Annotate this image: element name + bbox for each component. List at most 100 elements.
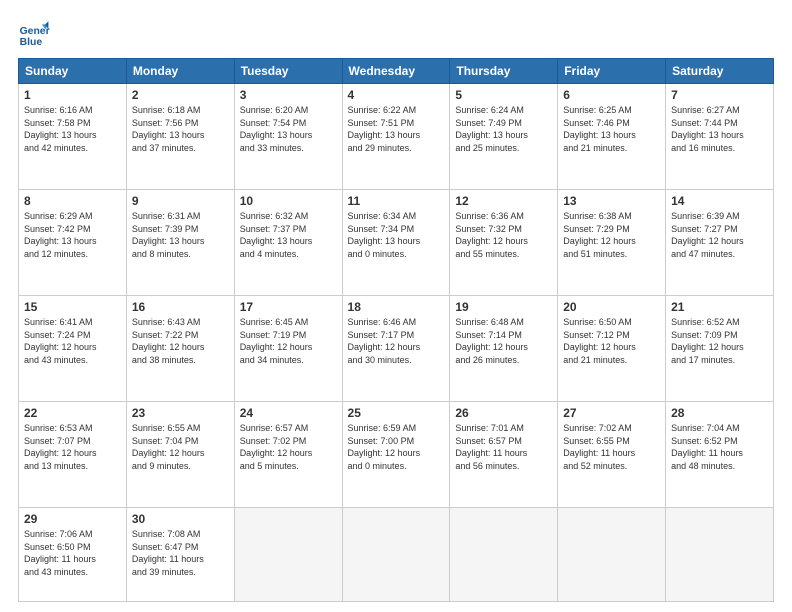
day-info: Sunrise: 6:20 AM Sunset: 7:54 PM Dayligh… bbox=[240, 104, 337, 154]
day-cell: 6Sunrise: 6:25 AM Sunset: 7:46 PM Daylig… bbox=[558, 84, 666, 190]
day-info: Sunrise: 7:08 AM Sunset: 6:47 PM Dayligh… bbox=[132, 528, 229, 578]
logo: General Blue bbox=[18, 18, 50, 50]
day-info: Sunrise: 6:25 AM Sunset: 7:46 PM Dayligh… bbox=[563, 104, 660, 154]
day-cell: 23 Sunrise: 6:55 AM Sunset: 7:04 PM Dayli… bbox=[126, 402, 234, 508]
day-number: 4 bbox=[348, 88, 445, 102]
day-info: Sunrise: 6:34 AM Sunset: 7:34 PM Dayligh… bbox=[348, 210, 445, 260]
empty-cell bbox=[666, 508, 774, 602]
day-number: 28 bbox=[671, 406, 768, 420]
day-number: 27 bbox=[563, 406, 660, 420]
day-cell: 12 Sunrise: 6:36 AM Sunset: 7:32 PM Dayli… bbox=[450, 190, 558, 296]
day-number: 18 bbox=[348, 300, 445, 314]
day-number: 2 bbox=[132, 88, 229, 102]
day-cell: 22 Sunrise: 6:53 AM Sunset: 7:07 PM Dayli… bbox=[19, 402, 127, 508]
day-info: Sunrise: 6:18 AM Sunset: 7:56 PM Dayligh… bbox=[132, 104, 229, 154]
day-info: Sunrise: 6:55 AM Sunset: 7:04 PM Dayligh… bbox=[132, 422, 229, 472]
day-info: Sunrise: 6:31 AM Sunset: 7:39 PM Dayligh… bbox=[132, 210, 229, 260]
day-cell: 28Sunrise: 7:04 AM Sunset: 6:52 PM Dayli… bbox=[666, 402, 774, 508]
day-number: 19 bbox=[455, 300, 552, 314]
day-info: Sunrise: 6:32 AM Sunset: 7:37 PM Dayligh… bbox=[240, 210, 337, 260]
day-number: 14 bbox=[671, 194, 768, 208]
logo-icon: General Blue bbox=[18, 18, 50, 50]
day-info: Sunrise: 6:22 AM Sunset: 7:51 PM Dayligh… bbox=[348, 104, 445, 154]
day-number: 15 bbox=[24, 300, 121, 314]
day-info: Sunrise: 7:02 AM Sunset: 6:55 PM Dayligh… bbox=[563, 422, 660, 472]
day-cell: 25Sunrise: 6:59 AM Sunset: 7:00 PM Dayli… bbox=[342, 402, 450, 508]
day-number: 29 bbox=[24, 512, 121, 526]
day-info: Sunrise: 6:43 AM Sunset: 7:22 PM Dayligh… bbox=[132, 316, 229, 366]
day-number: 8 bbox=[24, 194, 121, 208]
calendar-week-row: 15 Sunrise: 6:41 AM Sunset: 7:24 PM Dayli… bbox=[19, 296, 774, 402]
day-cell: 20 Sunrise: 6:50 AM Sunset: 7:12 PM Dayli… bbox=[558, 296, 666, 402]
day-cell: 3 Sunrise: 6:20 AM Sunset: 7:54 PM Daylig… bbox=[234, 84, 342, 190]
day-cell: 5 Sunrise: 6:24 AM Sunset: 7:49 PM Daylig… bbox=[450, 84, 558, 190]
header-friday: Friday bbox=[558, 59, 666, 84]
day-info: Sunrise: 6:41 AM Sunset: 7:24 PM Dayligh… bbox=[24, 316, 121, 366]
day-cell: 19 Sunrise: 6:48 AM Sunset: 7:14 PM Dayli… bbox=[450, 296, 558, 402]
day-number: 9 bbox=[132, 194, 229, 208]
day-info: Sunrise: 6:46 AM Sunset: 7:17 PM Dayligh… bbox=[348, 316, 445, 366]
day-cell: 2 Sunrise: 6:18 AM Sunset: 7:56 PM Daylig… bbox=[126, 84, 234, 190]
header-wednesday: Wednesday bbox=[342, 59, 450, 84]
day-number: 7 bbox=[671, 88, 768, 102]
calendar-table: Sunday Monday Tuesday Wednesday Thursday… bbox=[18, 58, 774, 602]
empty-cell bbox=[234, 508, 342, 602]
day-number: 17 bbox=[240, 300, 337, 314]
day-cell: 1 Sunrise: 6:16 AM Sunset: 7:58 PM Daylig… bbox=[19, 84, 127, 190]
calendar-week-row: 22 Sunrise: 6:53 AM Sunset: 7:07 PM Dayli… bbox=[19, 402, 774, 508]
day-info: Sunrise: 6:27 AM Sunset: 7:44 PM Dayligh… bbox=[671, 104, 768, 154]
day-number: 20 bbox=[563, 300, 660, 314]
day-cell: 29 Sunrise: 7:06 AM Sunset: 6:50 PM Dayli… bbox=[19, 508, 127, 602]
day-cell: 17 Sunrise: 6:45 AM Sunset: 7:19 PM Dayli… bbox=[234, 296, 342, 402]
day-number: 24 bbox=[240, 406, 337, 420]
day-number: 3 bbox=[240, 88, 337, 102]
day-number: 22 bbox=[24, 406, 121, 420]
empty-cell bbox=[558, 508, 666, 602]
day-number: 11 bbox=[348, 194, 445, 208]
day-cell: 14 Sunrise: 6:39 AM Sunset: 7:27 PM Dayli… bbox=[666, 190, 774, 296]
weekday-header-row: Sunday Monday Tuesday Wednesday Thursday… bbox=[19, 59, 774, 84]
day-number: 16 bbox=[132, 300, 229, 314]
day-info: Sunrise: 6:39 AM Sunset: 7:27 PM Dayligh… bbox=[671, 210, 768, 260]
day-info: Sunrise: 7:01 AM Sunset: 6:57 PM Dayligh… bbox=[455, 422, 552, 472]
svg-text:Blue: Blue bbox=[20, 37, 43, 48]
day-info: Sunrise: 6:48 AM Sunset: 7:14 PM Dayligh… bbox=[455, 316, 552, 366]
empty-cell bbox=[450, 508, 558, 602]
header-monday: Monday bbox=[126, 59, 234, 84]
day-info: Sunrise: 6:24 AM Sunset: 7:49 PM Dayligh… bbox=[455, 104, 552, 154]
day-info: Sunrise: 7:06 AM Sunset: 6:50 PM Dayligh… bbox=[24, 528, 121, 578]
day-number: 10 bbox=[240, 194, 337, 208]
page: General Blue Sunday Monday Tuesday Wedne… bbox=[0, 0, 792, 612]
header-sunday: Sunday bbox=[19, 59, 127, 84]
empty-cell bbox=[342, 508, 450, 602]
day-info: Sunrise: 6:53 AM Sunset: 7:07 PM Dayligh… bbox=[24, 422, 121, 472]
day-cell: 21 Sunrise: 6:52 AM Sunset: 7:09 PM Dayli… bbox=[666, 296, 774, 402]
day-cell: 11 Sunrise: 6:34 AM Sunset: 7:34 PM Dayli… bbox=[342, 190, 450, 296]
day-cell: 27 Sunrise: 7:02 AM Sunset: 6:55 PM Dayli… bbox=[558, 402, 666, 508]
day-info: Sunrise: 6:36 AM Sunset: 7:32 PM Dayligh… bbox=[455, 210, 552, 260]
day-cell: 30Sunrise: 7:08 AM Sunset: 6:47 PM Dayli… bbox=[126, 508, 234, 602]
header: General Blue bbox=[18, 18, 774, 50]
day-info: Sunrise: 6:57 AM Sunset: 7:02 PM Dayligh… bbox=[240, 422, 337, 472]
day-number: 23 bbox=[132, 406, 229, 420]
header-thursday: Thursday bbox=[450, 59, 558, 84]
day-number: 13 bbox=[563, 194, 660, 208]
day-cell: 13 Sunrise: 6:38 AM Sunset: 7:29 PM Dayli… bbox=[558, 190, 666, 296]
day-info: Sunrise: 6:45 AM Sunset: 7:19 PM Dayligh… bbox=[240, 316, 337, 366]
day-cell: 10 Sunrise: 6:32 AM Sunset: 7:37 PM Dayli… bbox=[234, 190, 342, 296]
day-info: Sunrise: 6:50 AM Sunset: 7:12 PM Dayligh… bbox=[563, 316, 660, 366]
day-cell: 16 Sunrise: 6:43 AM Sunset: 7:22 PM Dayli… bbox=[126, 296, 234, 402]
day-info: Sunrise: 6:16 AM Sunset: 7:58 PM Dayligh… bbox=[24, 104, 121, 154]
day-cell: 26Sunrise: 7:01 AM Sunset: 6:57 PM Dayli… bbox=[450, 402, 558, 508]
day-number: 5 bbox=[455, 88, 552, 102]
header-tuesday: Tuesday bbox=[234, 59, 342, 84]
day-info: Sunrise: 6:38 AM Sunset: 7:29 PM Dayligh… bbox=[563, 210, 660, 260]
day-number: 12 bbox=[455, 194, 552, 208]
day-cell: 18 Sunrise: 6:46 AM Sunset: 7:17 PM Dayli… bbox=[342, 296, 450, 402]
day-info: Sunrise: 6:52 AM Sunset: 7:09 PM Dayligh… bbox=[671, 316, 768, 366]
day-cell: 15 Sunrise: 6:41 AM Sunset: 7:24 PM Dayli… bbox=[19, 296, 127, 402]
day-number: 1 bbox=[24, 88, 121, 102]
day-number: 21 bbox=[671, 300, 768, 314]
day-info: Sunrise: 6:59 AM Sunset: 7:00 PM Dayligh… bbox=[348, 422, 445, 472]
header-saturday: Saturday bbox=[666, 59, 774, 84]
